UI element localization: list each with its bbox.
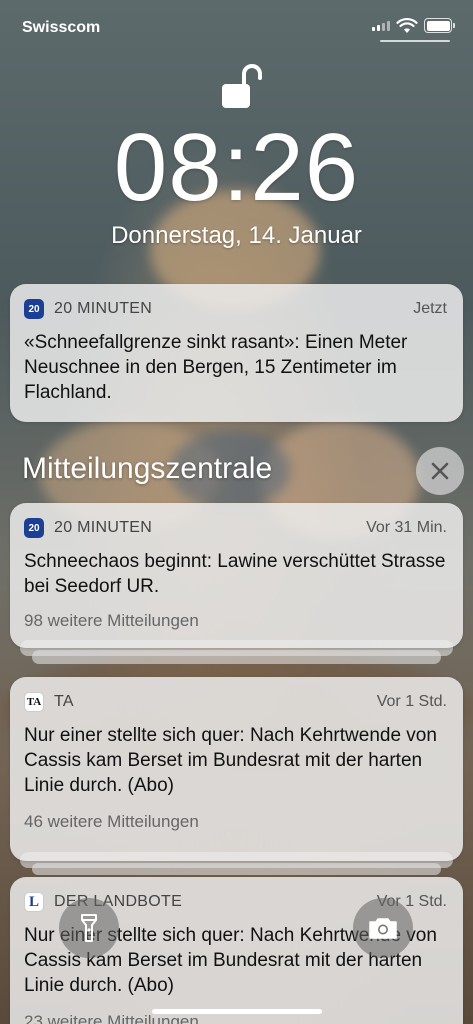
signal-icon [372, 21, 390, 31]
battery-icon [424, 18, 455, 33]
more-notifications-label: 46 weitere Mitteilungen [24, 812, 199, 831]
notification-center-title: Mitteilungszentrale [22, 452, 273, 485]
flashlight-icon [81, 914, 97, 942]
notification-time: Jetzt [413, 300, 447, 317]
notification-card[interactable]: 20 20 MINUTEN Jetzt «Schneefallgrenze si… [10, 284, 463, 422]
clock-date: Donnerstag, 14. Januar [111, 222, 362, 249]
control-center-indicator[interactable] [380, 40, 450, 42]
landbote-app-icon: L [24, 892, 44, 912]
flashlight-button[interactable] [59, 898, 119, 958]
close-icon [431, 462, 449, 480]
notification-app-name: 20 MINUTEN [54, 300, 153, 317]
notification-group[interactable]: TA TA Vor 1 Std. Nur einer stellte sich … [10, 677, 463, 861]
notification-body: «Schneefallgrenze sinkt rasant»: Einen M… [24, 332, 408, 403]
clock-time: 08:26 [113, 114, 360, 221]
unlocked-padlock-icon [222, 64, 262, 108]
notification-body: Schneechaos beginnt: Lawine verschüttet … [24, 551, 446, 597]
notification-time: Vor 31 Min. [366, 519, 447, 536]
clear-notifications-button[interactable] [416, 447, 464, 495]
camera-icon [369, 918, 397, 939]
ta-app-icon: TA [24, 692, 44, 712]
notification-app-name: TA [54, 693, 74, 710]
wifi-icon [396, 18, 418, 33]
notification-time: Vor 1 Std. [376, 693, 447, 710]
camera-button[interactable] [353, 898, 413, 958]
status-bar: Swisscom [0, 0, 473, 50]
20-minuten-app-icon: 20 [24, 518, 44, 538]
20-minuten-app-icon: 20 [24, 299, 44, 319]
notification-body: Nur einer stellte sich quer: Nach Kehrtw… [24, 725, 437, 796]
more-notifications-label: 98 weitere Mitteilungen [24, 611, 199, 630]
notification-group[interactable]: 20 20 MINUTEN Vor 31 Min. Schneechaos be… [10, 503, 463, 648]
home-indicator[interactable] [152, 1009, 322, 1014]
carrier-name: Swisscom [22, 19, 101, 36]
notification-app-name: 20 MINUTEN [54, 519, 153, 536]
